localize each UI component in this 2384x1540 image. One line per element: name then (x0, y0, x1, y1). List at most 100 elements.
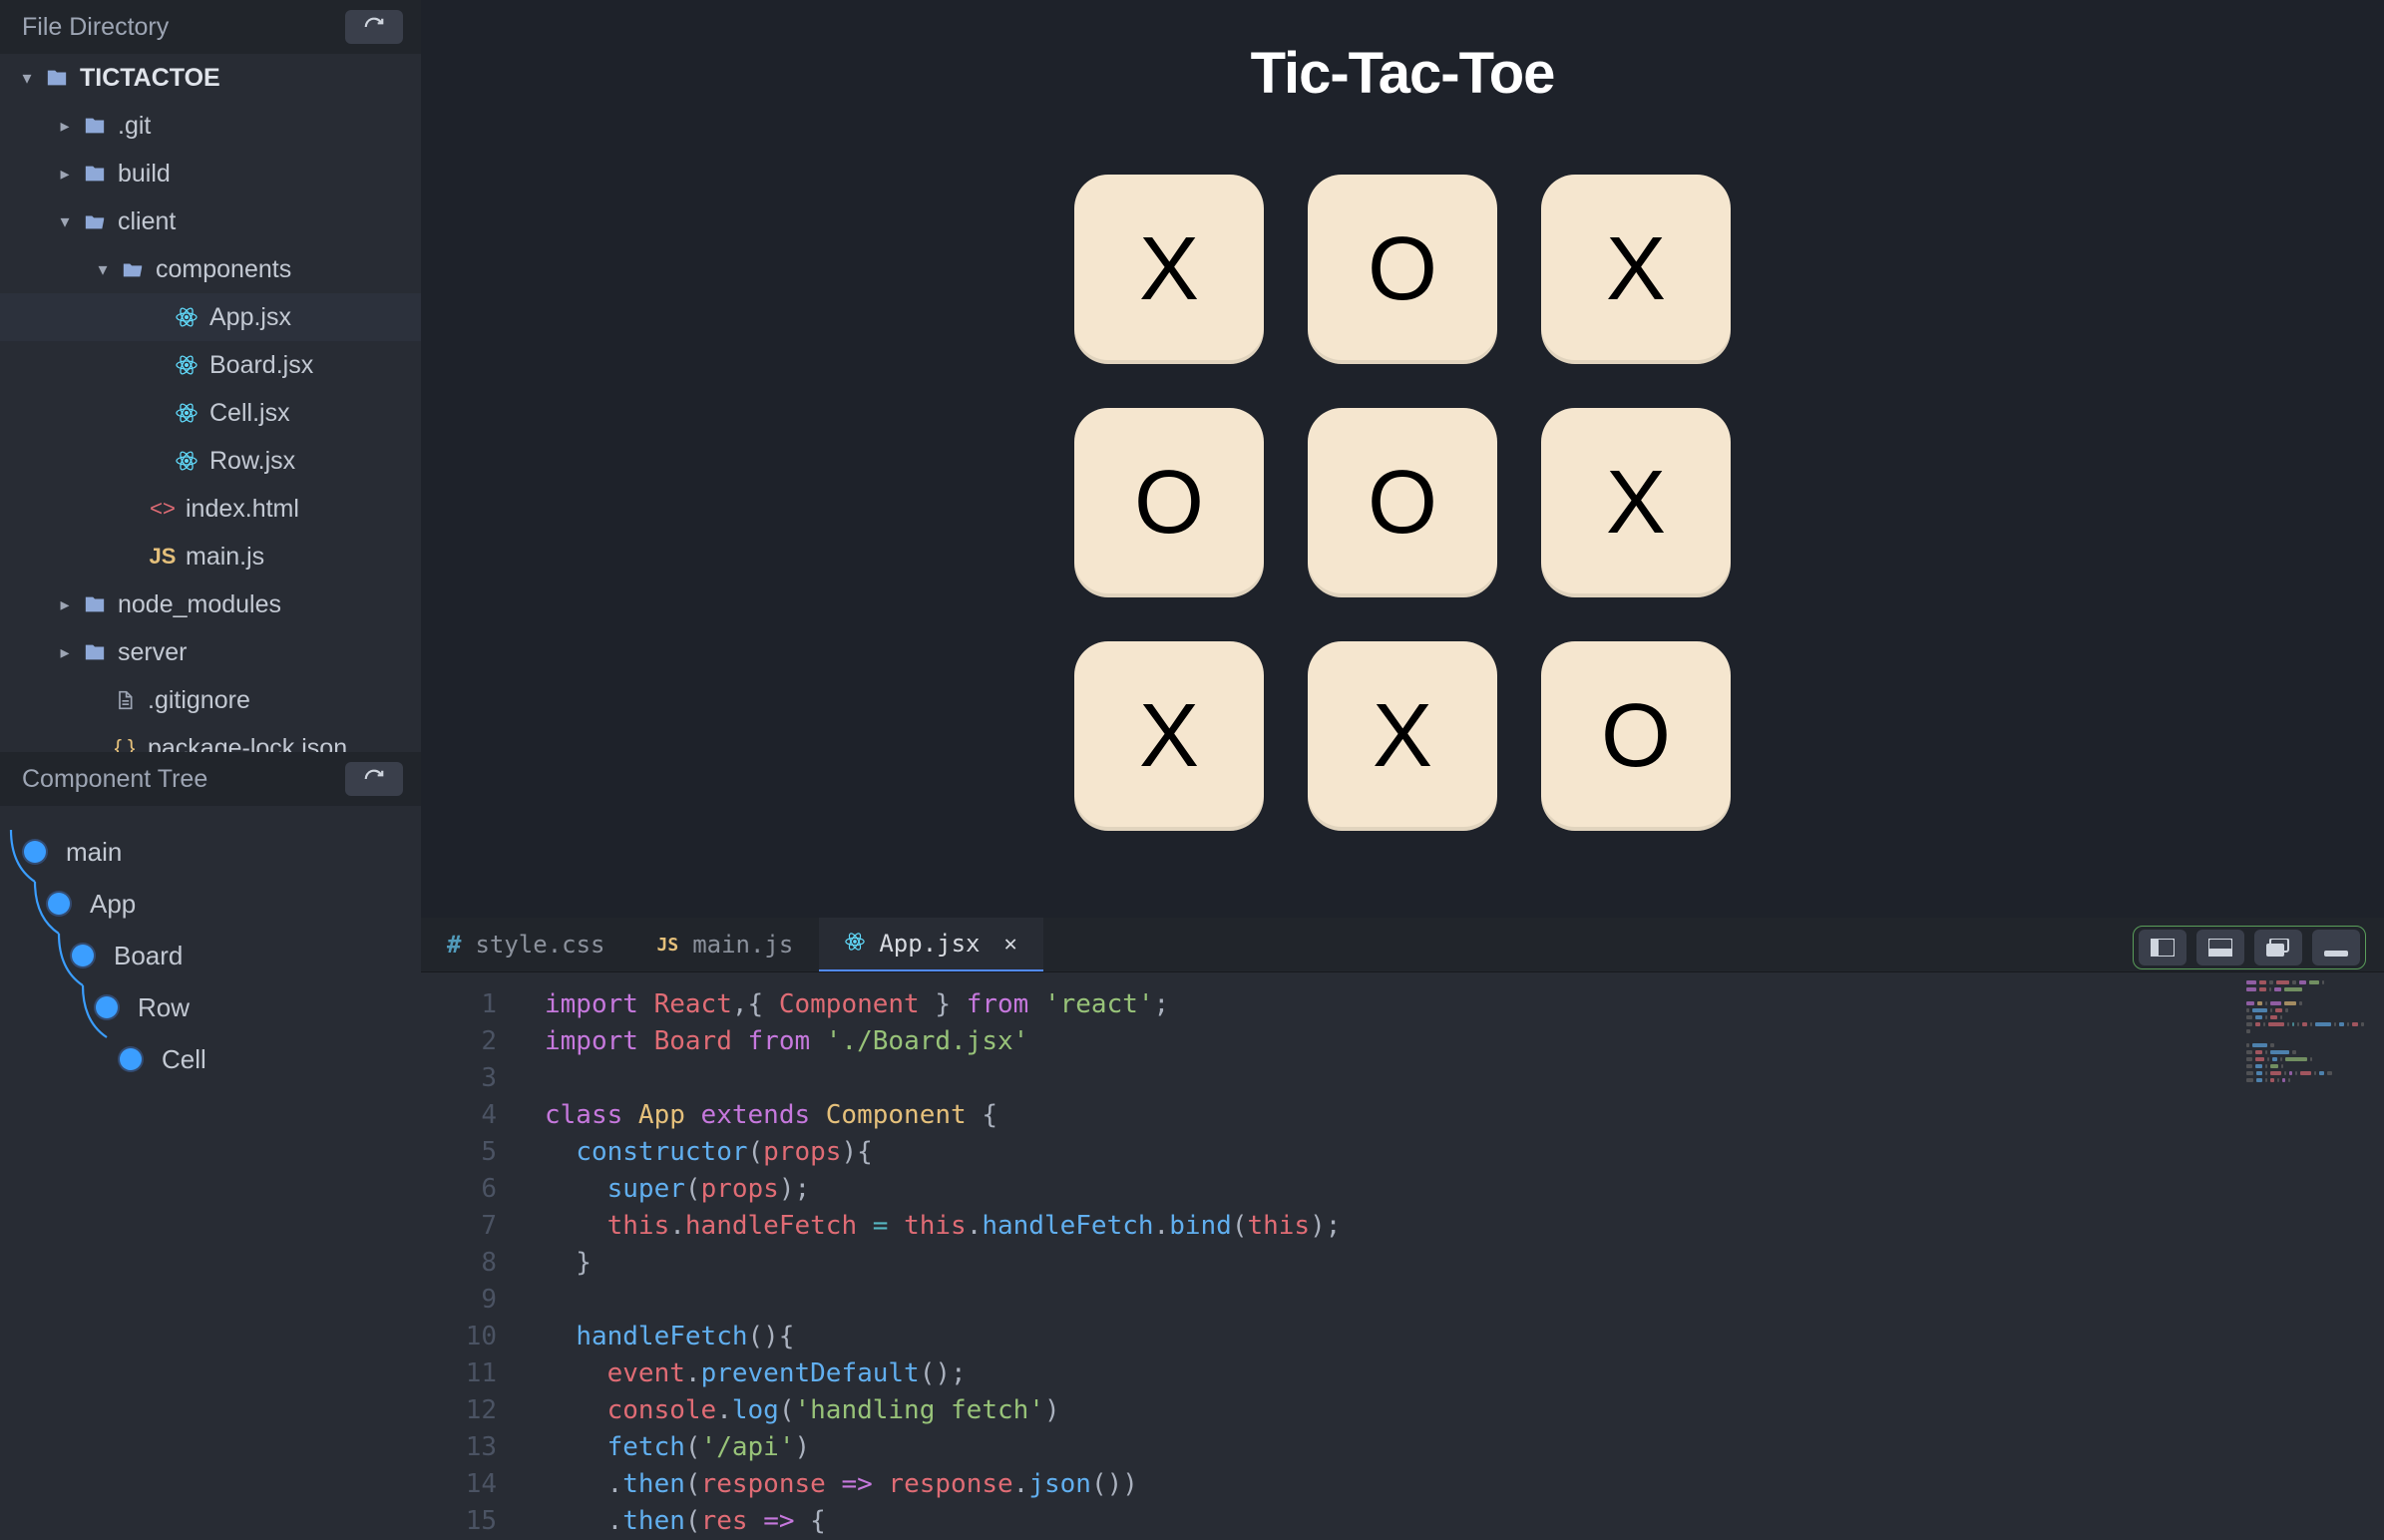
chevron-icon: ▸ (58, 642, 72, 663)
code-area[interactable]: 123456789101112131415 import React,{ Com… (421, 972, 2384, 1540)
board-cell[interactable]: O (1541, 641, 1731, 831)
editor-tab[interactable]: JSmain.js (631, 918, 820, 971)
editor-tab[interactable]: App.jsx ✕ (819, 918, 1042, 971)
react-icon (174, 306, 199, 328)
react-icon (174, 450, 199, 472)
board-cell[interactable]: X (1074, 175, 1264, 364)
code-content[interactable]: import React,{ Component } from 'react';… (521, 972, 2384, 1540)
code-line[interactable]: fetch('/api') (545, 1429, 2384, 1466)
file-tree-item[interactable]: <>index.html (0, 485, 421, 533)
board-cell[interactable]: X (1074, 641, 1264, 831)
line-number: 13 (421, 1429, 497, 1466)
component-tree[interactable]: main App Board Row Cell (0, 806, 421, 1085)
windows-icon (2266, 939, 2290, 957)
board-cell[interactable]: X (1541, 175, 1731, 364)
line-number: 14 (421, 1466, 497, 1503)
line-number: 15 (421, 1503, 497, 1540)
app-title: Tic-Tac-Toe (1251, 40, 1555, 107)
line-number: 1 (421, 986, 497, 1023)
board-cell[interactable]: O (1308, 175, 1497, 364)
file-tree[interactable]: ▾TICTACTOE▸.git▸build▾client▾components A… (0, 54, 421, 752)
line-number: 7 (421, 1208, 497, 1245)
tab-label: App.jsx (879, 930, 980, 958)
file-tree-item[interactable]: Cell.jsx (0, 389, 421, 437)
file-name: main.js (186, 543, 264, 572)
layout-split-left-button[interactable] (2139, 930, 2186, 965)
tab-label: style.css (475, 931, 604, 959)
code-line[interactable]: this.handleFetch = this.handleFetch.bind… (545, 1208, 2384, 1245)
component-tree-node[interactable]: Cell (24, 1033, 421, 1085)
board-cell[interactable]: X (1308, 641, 1497, 831)
layout-minimize-button[interactable] (2312, 930, 2360, 965)
file-tree-item[interactable]: ▸build (0, 150, 421, 197)
code-line[interactable]: handleFetch(){ (545, 1319, 2384, 1355)
file-tree-item[interactable]: { }package-lock.json (0, 724, 421, 752)
file-name: Cell.jsx (209, 399, 290, 428)
code-line[interactable]: event.preventDefault(); (545, 1355, 2384, 1392)
component-name: Board (114, 941, 183, 971)
file-directory-header: File Directory (0, 0, 421, 54)
line-number: 6 (421, 1171, 497, 1208)
file-tree-item[interactable]: ▸.git (0, 102, 421, 150)
tree-node-dot-icon (72, 945, 94, 966)
component-tree-header: Component Tree (0, 752, 421, 806)
file-tree-item[interactable]: ▾TICTACTOE (0, 54, 421, 102)
minimize-icon (2324, 939, 2348, 957)
file-tree-item[interactable]: App.jsx (0, 293, 421, 341)
refresh-icon (363, 768, 385, 790)
tic-tac-toe-board: XOXOOXXXO (1074, 175, 1731, 831)
line-number: 3 (421, 1060, 497, 1097)
folder-icon (82, 593, 108, 615)
code-line[interactable] (545, 1282, 2384, 1319)
layout-switcher (2133, 926, 2366, 969)
chevron-icon: ▾ (20, 68, 34, 89)
component-tree-node[interactable]: App (24, 878, 421, 930)
code-line[interactable]: class App extends Component { (545, 1097, 2384, 1134)
file-name: node_modules (118, 590, 281, 619)
code-line[interactable]: constructor(props){ (545, 1134, 2384, 1171)
chevron-icon: ▾ (58, 211, 72, 232)
board-cell[interactable]: O (1308, 408, 1497, 597)
board-cell[interactable]: O (1074, 408, 1264, 597)
close-icon[interactable]: ✕ (1004, 932, 1017, 957)
component-tree-node[interactable]: Board (24, 930, 421, 981)
component-name: App (90, 889, 136, 920)
code-line[interactable]: } (545, 1245, 2384, 1282)
line-gutter: 123456789101112131415 (421, 972, 521, 1540)
line-number: 11 (421, 1355, 497, 1392)
line-number: 12 (421, 1392, 497, 1429)
file-name: App.jsx (209, 303, 291, 332)
code-line[interactable]: import Board from './Board.jsx' (545, 1023, 2384, 1060)
file-tree-item[interactable]: ▸server (0, 628, 421, 676)
code-line[interactable] (545, 1060, 2384, 1097)
file-tree-item[interactable]: ▾client (0, 197, 421, 245)
code-line[interactable]: console.log('handling fetch') (545, 1392, 2384, 1429)
file-tree-item[interactable]: ▾components (0, 245, 421, 293)
folder-icon (82, 163, 108, 185)
component-tree-node[interactable]: main (24, 826, 421, 878)
code-line[interactable]: super(props); (545, 1171, 2384, 1208)
tree-node-dot-icon (48, 893, 70, 915)
code-line[interactable]: import React,{ Component } from 'react'; (545, 986, 2384, 1023)
file-directory-refresh-button[interactable] (345, 10, 403, 44)
layout-split-bottom-button[interactable] (2196, 930, 2244, 965)
refresh-icon (363, 16, 385, 38)
tree-node-dot-icon (96, 996, 118, 1018)
editor-tab[interactable]: #style.css (421, 918, 631, 971)
file-tree-item[interactable]: ▸node_modules (0, 580, 421, 628)
file-name: Row.jsx (209, 447, 295, 476)
code-line[interactable]: .then(res => { (545, 1503, 2384, 1540)
line-number: 5 (421, 1134, 497, 1171)
file-name: Board.jsx (209, 351, 313, 380)
file-name: index.html (186, 495, 299, 524)
file-tree-item[interactable]: JSmain.js (0, 533, 421, 580)
file-tree-item[interactable]: .gitignore (0, 676, 421, 724)
layout-windows-button[interactable] (2254, 930, 2302, 965)
component-tree-refresh-button[interactable] (345, 762, 403, 796)
board-cell[interactable]: X (1541, 408, 1731, 597)
code-line[interactable]: .then(response => response.json()) (545, 1466, 2384, 1503)
component-name: Cell (162, 1044, 206, 1075)
file-tree-item[interactable]: Board.jsx (0, 341, 421, 389)
file-tree-item[interactable]: Row.jsx (0, 437, 421, 485)
component-tree-node[interactable]: Row (24, 981, 421, 1033)
